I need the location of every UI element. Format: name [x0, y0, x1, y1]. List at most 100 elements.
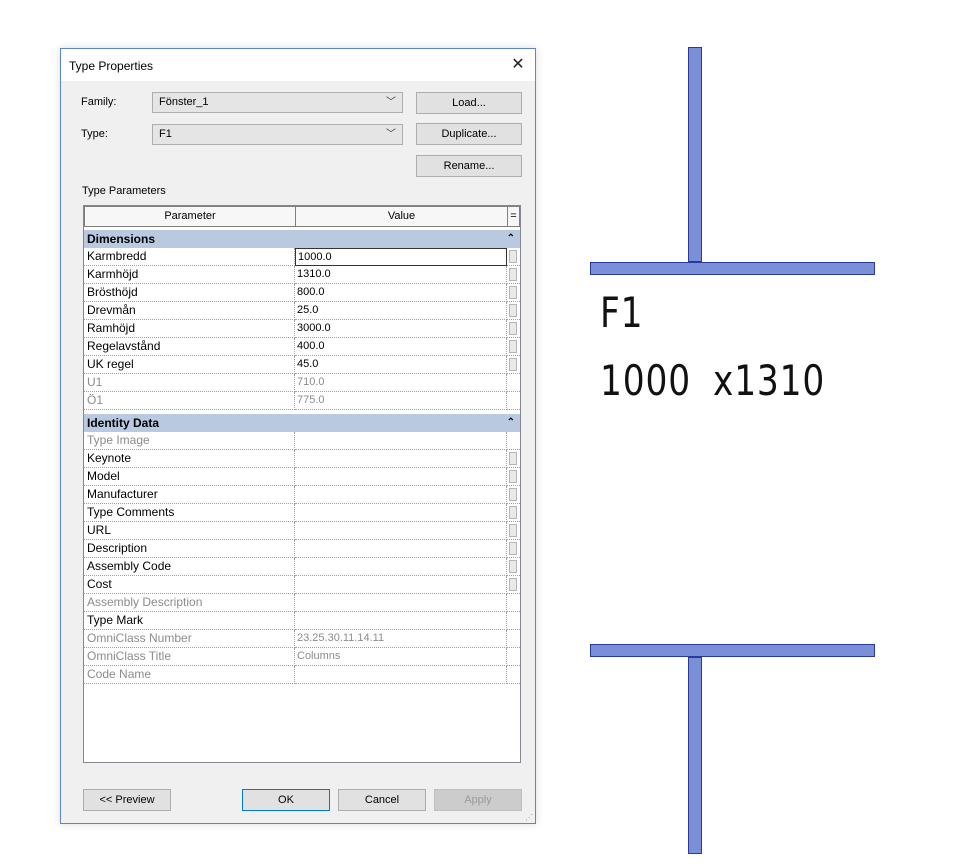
param-value[interactable] [295, 486, 507, 504]
window-tag-name[interactable]: F1 [600, 288, 643, 337]
table-row[interactable]: Brösthöjd 800.0 [84, 284, 520, 302]
table-row[interactable]: Assembly Code [84, 558, 520, 576]
table-row: Type Image [84, 432, 520, 450]
param-value[interactable] [295, 576, 507, 594]
formula-cell[interactable] [507, 320, 520, 338]
table-row: Assembly Description [84, 594, 520, 612]
preview-button[interactable]: << Preview [83, 789, 171, 811]
wall-horizontal-bottom[interactable] [590, 644, 875, 657]
close-icon[interactable]: ✕ [507, 54, 529, 76]
dialog-title: Type Properties [69, 59, 154, 73]
param-name: Karmhöjd [84, 266, 295, 284]
load-button[interactable]: Load... [416, 92, 522, 114]
table-row[interactable]: Drevmån 25.0 [84, 302, 520, 320]
type-value: F1 [159, 128, 172, 140]
title-bar[interactable]: Type Properties ✕ [61, 49, 535, 81]
formula-cell[interactable] [507, 540, 520, 558]
formula-cell[interactable] [507, 450, 520, 468]
formula-cell[interactable] [507, 468, 520, 486]
table-row[interactable]: URL [84, 522, 520, 540]
column-header-value[interactable]: Value [295, 206, 508, 227]
type-dropdown[interactable]: F1 ﹀ [152, 124, 403, 145]
param-value[interactable]: 1310.0 [295, 266, 507, 284]
group-dimensions[interactable]: Dimensions ⌃ [84, 230, 520, 248]
table-row[interactable]: Karmhöjd 1310.0 [84, 266, 520, 284]
param-value[interactable] [295, 522, 507, 540]
param-value[interactable]: 25.0 [295, 302, 507, 320]
param-value[interactable] [295, 450, 507, 468]
param-value[interactable]: 45.0 [295, 356, 507, 374]
ok-button[interactable]: OK [242, 789, 330, 811]
table-row[interactable]: Model [84, 468, 520, 486]
type-label: Type: [81, 128, 108, 140]
wall-vertical-top[interactable] [688, 47, 702, 262]
param-name: OmniClass Number [84, 630, 295, 648]
param-name: Description [84, 540, 295, 558]
param-value[interactable] [295, 504, 507, 522]
chevron-down-icon: ﹀ [386, 97, 396, 108]
param-value: 710.0 [295, 374, 507, 392]
wall-vertical-bottom[interactable] [688, 657, 702, 854]
group-identity-data[interactable]: Identity Data ⌃ [84, 414, 520, 432]
table-row[interactable]: Cost [84, 576, 520, 594]
formula-cell[interactable] [507, 576, 520, 594]
param-value[interactable]: 3000.0 [295, 320, 507, 338]
table-row[interactable]: Keynote [84, 450, 520, 468]
table-row[interactable]: Karmbredd 1000.0 [84, 248, 520, 266]
param-name: Keynote [84, 450, 295, 468]
formula-cell[interactable] [507, 302, 520, 320]
window-tag-width[interactable]: 1000 [600, 356, 691, 405]
param-value[interactable] [295, 612, 507, 630]
param-name: U1 [84, 374, 295, 392]
param-value[interactable] [295, 540, 507, 558]
formula-cell[interactable] [507, 338, 520, 356]
formula-cell [507, 630, 520, 648]
table-row[interactable]: Description [84, 540, 520, 558]
family-value: Fönster_1 [159, 96, 209, 108]
table-row[interactable]: Regelavstånd 400.0 [84, 338, 520, 356]
column-header-formula[interactable]: = [507, 206, 520, 227]
param-value[interactable]: 1000.0 [295, 248, 507, 266]
formula-cell[interactable] [507, 558, 520, 576]
wall-horizontal-top[interactable] [590, 262, 875, 275]
collapse-icon[interactable]: ⌃ [507, 230, 515, 248]
formula-cell[interactable] [507, 486, 520, 504]
table-row[interactable]: Type Mark [84, 612, 520, 630]
rename-button[interactable]: Rename... [416, 155, 522, 177]
family-dropdown[interactable]: Fönster_1 ﹀ [152, 92, 403, 113]
formula-cell[interactable] [507, 284, 520, 302]
formula-cell[interactable] [507, 356, 520, 374]
resize-grip-icon[interactable]: ⋰ [525, 813, 533, 822]
param-value: 775.0 [295, 392, 507, 410]
table-row[interactable]: Ramhöjd 3000.0 [84, 320, 520, 338]
type-parameters-label: Type Parameters [82, 185, 166, 197]
table-row[interactable]: UK regel 45.0 [84, 356, 520, 374]
param-value[interactable]: 400.0 [295, 338, 507, 356]
param-value [295, 432, 507, 450]
formula-cell[interactable] [507, 522, 520, 540]
param-name: URL [84, 522, 295, 540]
window-tag-height[interactable]: x1310 [713, 356, 825, 405]
collapse-icon[interactable]: ⌃ [507, 414, 515, 432]
table-row[interactable]: Type Comments [84, 504, 520, 522]
param-name: Type Image [84, 432, 295, 450]
cancel-button[interactable]: Cancel [338, 789, 426, 811]
formula-cell[interactable] [507, 504, 520, 522]
table-row[interactable]: Manufacturer [84, 486, 520, 504]
param-value[interactable] [295, 558, 507, 576]
duplicate-button[interactable]: Duplicate... [416, 123, 522, 145]
table-row: Ö1 775.0 [84, 392, 520, 410]
column-header-parameter[interactable]: Parameter [84, 206, 296, 227]
param-name: Karmbredd [84, 248, 295, 266]
param-name: OmniClass Title [84, 648, 295, 666]
formula-cell [507, 666, 520, 684]
param-value[interactable] [295, 468, 507, 486]
parameters-grid[interactable]: Parameter Value = Dimensions ⌃ Karmbredd… [83, 205, 521, 763]
param-value[interactable]: 800.0 [295, 284, 507, 302]
param-name: Type Comments [84, 504, 295, 522]
formula-cell[interactable] [507, 266, 520, 284]
formula-cell[interactable] [507, 248, 520, 266]
param-name: Assembly Code [84, 558, 295, 576]
chevron-down-icon: ﹀ [386, 129, 396, 140]
apply-button: Apply [434, 789, 522, 811]
